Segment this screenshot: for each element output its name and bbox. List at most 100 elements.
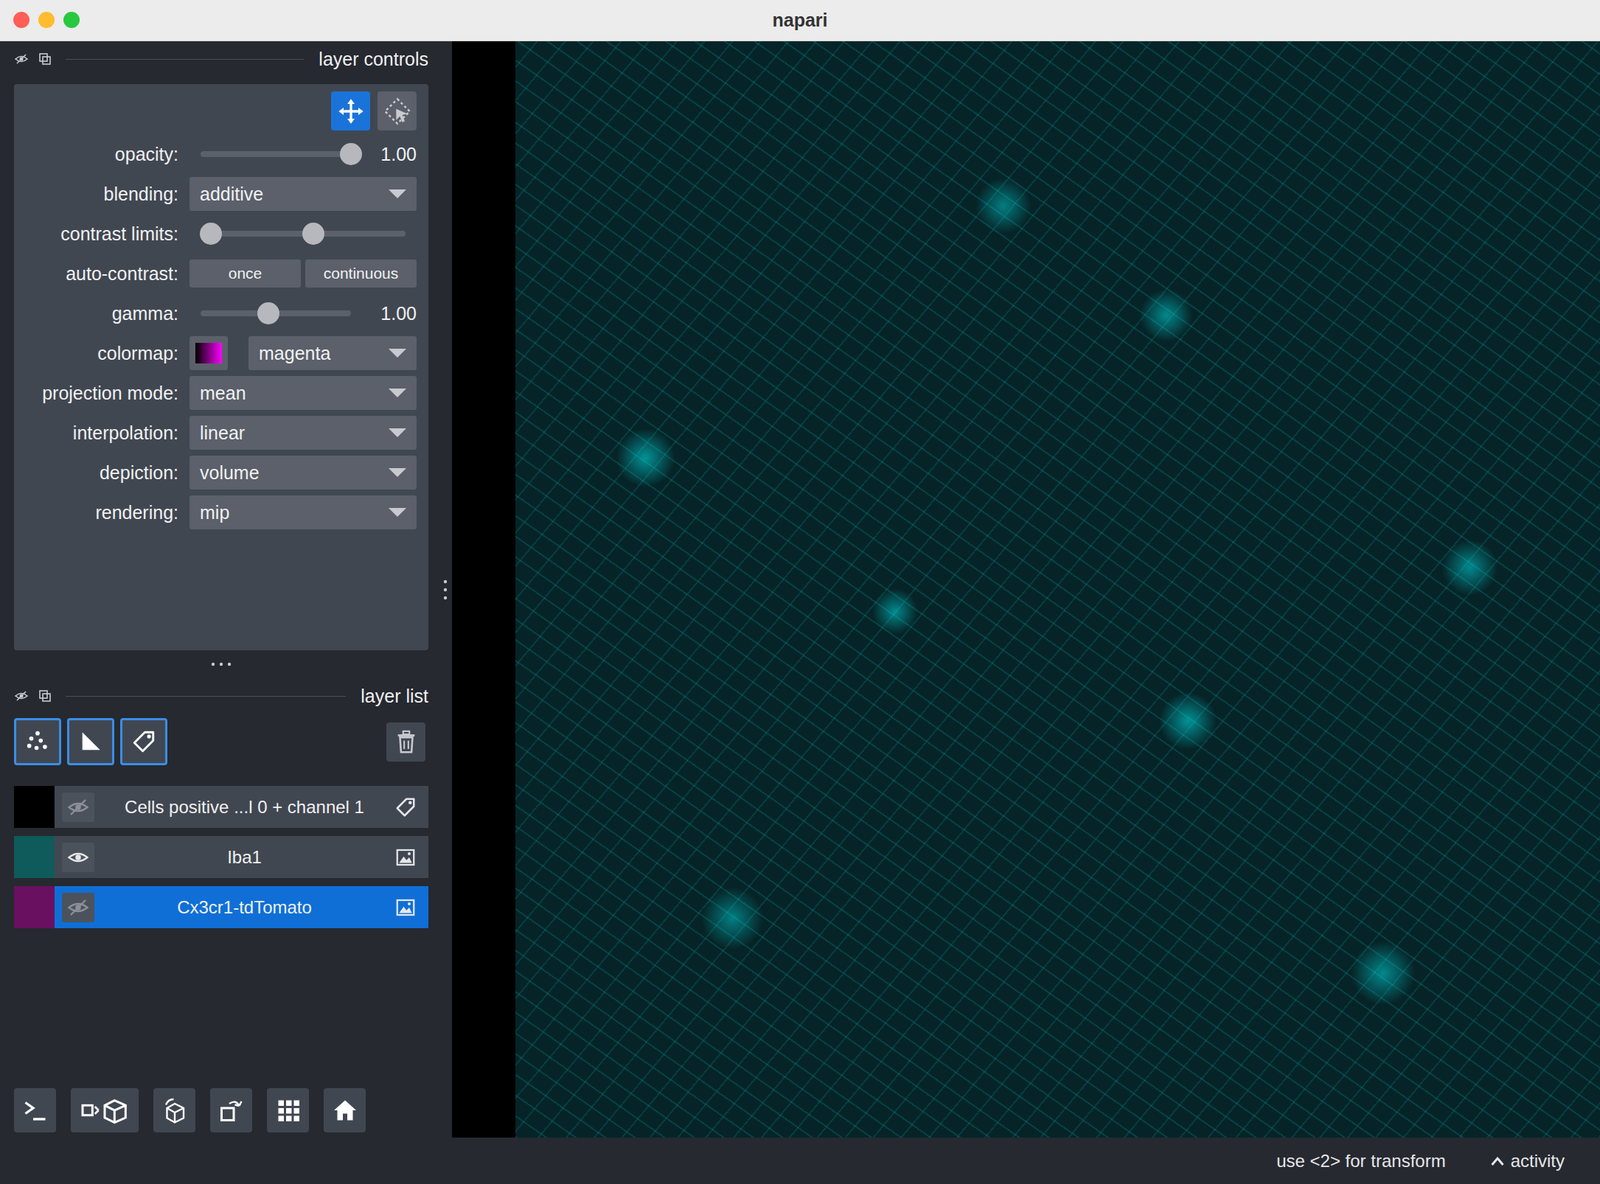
dock-splitter[interactable]: [438, 41, 452, 1138]
dropdown-arrow-icon: [388, 348, 407, 358]
float-icon[interactable]: [37, 51, 53, 67]
console-button[interactable]: [14, 1088, 57, 1133]
splitter-handle[interactable]: [14, 650, 429, 679]
console-icon: [22, 1097, 49, 1124]
control-row: interpolation:linear: [14, 415, 417, 451]
zoom-button[interactable]: [63, 11, 80, 29]
hide-eye-icon[interactable]: [14, 51, 29, 67]
range-low-handle[interactable]: [199, 222, 222, 245]
grid-icon: [275, 1097, 302, 1124]
layer-list-title: layer list: [360, 685, 429, 708]
new-shapes-button[interactable]: [67, 718, 115, 766]
layer-row[interactable]: Iba1: [14, 836, 429, 879]
visibility-toggle[interactable]: [61, 792, 95, 823]
window-title: napari: [771, 9, 828, 31]
eye-off-icon: [67, 796, 90, 819]
new-points-button[interactable]: [14, 718, 62, 766]
ndisplay-button[interactable]: [70, 1088, 139, 1133]
control-row: auto-contrast: oncecontinuous: [14, 255, 417, 292]
control-row: contrast limits:: [14, 216, 417, 252]
layer-name[interactable]: Cx3cr1-tdTomato: [101, 897, 388, 918]
dropdown-arrow-icon: [388, 388, 407, 398]
left-panel: layer controls opacity: 1.00 blending: addit…: [0, 41, 439, 1138]
minimize-button[interactable]: [38, 11, 55, 29]
dropdown[interactable]: mip: [189, 495, 417, 530]
slider-handle[interactable]: [257, 302, 280, 325]
window-controls: [13, 11, 80, 29]
control-label: rendering:: [14, 502, 179, 524]
control-label: opacity:: [14, 143, 179, 166]
delete-layer-button[interactable]: [386, 722, 426, 762]
range-track[interactable]: [200, 230, 406, 237]
dropdown-arrow-icon: [388, 468, 407, 478]
move-arrows-icon: [336, 96, 366, 127]
colormap-dropdown[interactable]: magenta: [248, 336, 417, 371]
control-row: colormap: magenta: [14, 335, 417, 371]
dropdown[interactable]: mean: [189, 376, 417, 410]
2d-3d-icon: [78, 1095, 131, 1126]
slider[interactable]: 1.00: [189, 296, 417, 331]
layer-list-header: layer list: [14, 682, 429, 710]
colormap-swatch[interactable]: [189, 336, 228, 371]
grid-button[interactable]: [266, 1088, 309, 1133]
hide-eye-icon[interactable]: [14, 688, 29, 704]
status-bar: use <2> for transform activity: [0, 1137, 1600, 1184]
auto-contrast-button[interactable]: continuous: [305, 259, 417, 288]
control-label: gamma:: [14, 303, 179, 325]
layer-row[interactable]: Cells positive ...l 0 + channel 1: [14, 785, 429, 829]
layer-row[interactable]: Cx3cr1-tdTomato: [14, 886, 429, 929]
slider-value: 1.00: [370, 303, 417, 325]
control-row: rendering: mip: [14, 494, 417, 531]
transform-tool-button[interactable]: [377, 91, 417, 131]
transpose-icon: [218, 1097, 245, 1124]
control-label: auto-contrast:: [14, 263, 179, 285]
slider-track[interactable]: [200, 310, 351, 317]
layer-name[interactable]: Iba1: [101, 847, 388, 868]
slider-handle[interactable]: [339, 143, 363, 166]
control-row: blending: additive: [14, 176, 417, 212]
activity-button[interactable]: activity: [1490, 1150, 1565, 1172]
close-button[interactable]: [13, 11, 30, 29]
control-row: depiction:volume: [14, 454, 417, 491]
visibility-toggle[interactable]: [61, 842, 95, 873]
slider[interactable]: 1.00: [189, 137, 417, 172]
transpose-button[interactable]: [210, 1088, 253, 1133]
napari-window: napari layer controls opacity: 1.00 blending…: [0, 0, 1600, 1184]
move-tool-button[interactable]: [331, 91, 371, 131]
layer-controls-header: layer controls: [14, 45, 429, 73]
layer-controls-title: layer controls: [318, 48, 429, 71]
layer-controls: opacity: 1.00 blending: additive contrast li…: [14, 84, 429, 651]
dropdown[interactable]: additive: [189, 176, 417, 211]
trash-icon: [393, 729, 419, 755]
dropdown-arrow-icon: [388, 428, 407, 438]
dropdown[interactable]: linear: [189, 415, 417, 450]
control-label: blending:: [14, 183, 179, 205]
auto-contrast-button[interactable]: once: [189, 259, 301, 288]
viewer-canvas[interactable]: [451, 41, 1600, 1138]
new-labels-button[interactable]: [120, 718, 168, 766]
roll-icon: [161, 1097, 189, 1124]
image-layer-icon: [394, 896, 417, 919]
dropdown[interactable]: volume: [189, 455, 417, 490]
layer-buttons: [14, 718, 429, 766]
range-high-handle[interactable]: [302, 222, 325, 245]
chevron-up-icon: [1490, 1155, 1505, 1168]
home-icon: [331, 1097, 359, 1124]
control-row: projection mode:mean: [14, 375, 417, 411]
roll-button[interactable]: [153, 1088, 196, 1133]
range-slider[interactable]: [189, 216, 417, 251]
eye-icon: [67, 846, 90, 869]
slider-track[interactable]: [200, 151, 351, 158]
visibility-toggle[interactable]: [61, 892, 95, 923]
layer-thumbnail: [14, 836, 55, 879]
float-icon[interactable]: [37, 688, 53, 704]
mode-tools: [14, 91, 417, 131]
status-hint: use <2> for transform: [1276, 1150, 1446, 1172]
microscopy-image[interactable]: [515, 41, 1600, 1138]
home-button[interactable]: [323, 1088, 366, 1133]
control-label: colormap:: [14, 342, 179, 365]
shapes-icon: [78, 729, 104, 755]
layer-thumbnail: [14, 785, 55, 829]
slider-value: 1.00: [370, 143, 417, 166]
layer-name[interactable]: Cells positive ...l 0 + channel 1: [101, 797, 388, 818]
